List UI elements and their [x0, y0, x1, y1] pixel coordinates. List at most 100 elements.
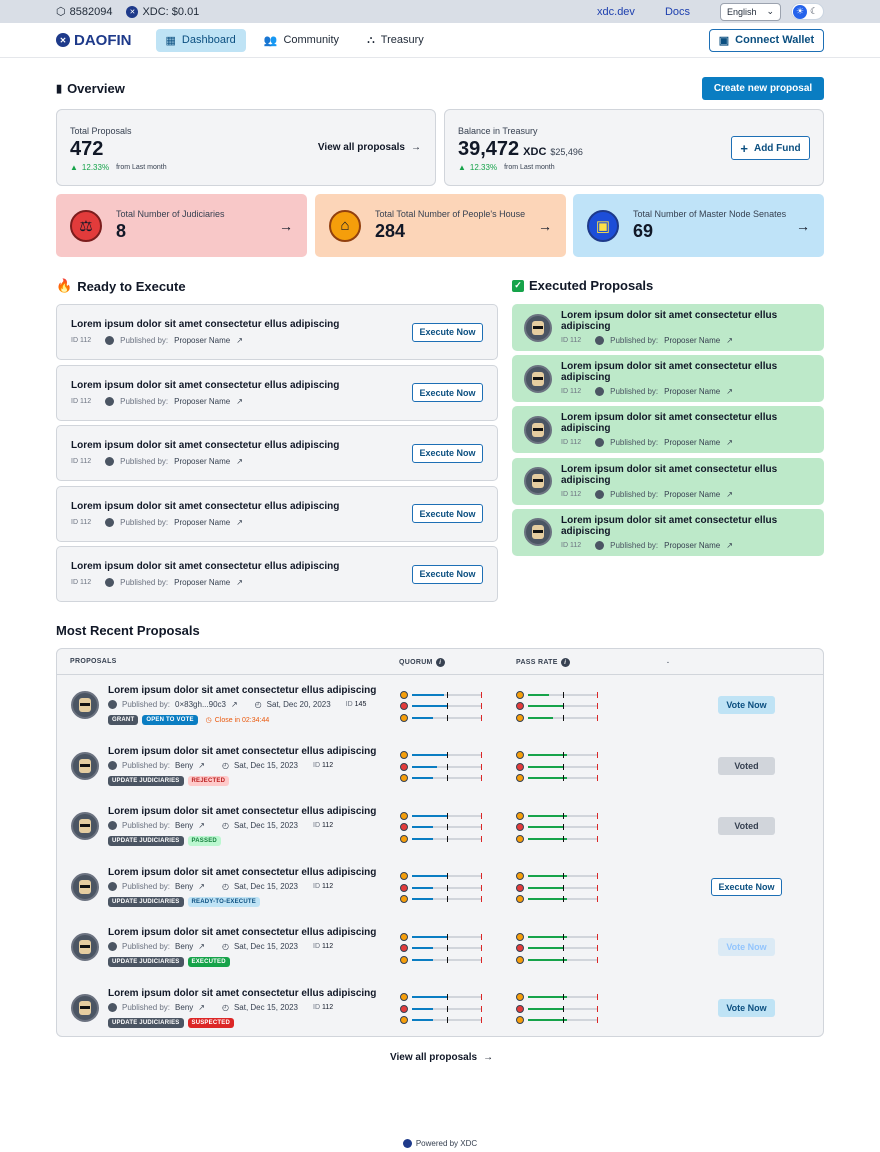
quorum-fill	[412, 886, 433, 889]
executed-proposal-card[interactable]: Lorem ipsum dolor sit amet consectetur e…	[512, 508, 824, 556]
external-link-icon[interactable]: ↗	[236, 518, 243, 527]
execute-now-button[interactable]: Execute Now	[412, 504, 483, 523]
xdc-dev-link[interactable]: xdc.dev	[597, 6, 635, 18]
info-icon[interactable]: i	[435, 658, 445, 667]
language-select[interactable]: English ⌄	[720, 2, 781, 21]
proposer-name[interactable]: Proposer Name	[174, 397, 230, 406]
pass-rate-bars	[516, 689, 606, 724]
proposer-name[interactable]: Beny	[175, 821, 193, 830]
quorum-bars	[400, 750, 490, 785]
execute-now-button[interactable]: Execute Now	[412, 383, 483, 402]
clock-icon: ◴	[221, 942, 229, 951]
proposer-name[interactable]: Proposer Name	[174, 457, 230, 466]
proposer-name[interactable]: Proposer Name	[664, 438, 720, 447]
external-link-icon[interactable]: ↗	[236, 457, 243, 466]
avatar	[595, 336, 605, 345]
row-action-button[interactable]: Vote Now	[718, 938, 775, 956]
external-link-icon[interactable]: ↗	[726, 541, 733, 550]
external-link-icon[interactable]: ↗	[236, 336, 243, 345]
proposal-title[interactable]: Lorem ipsum dolor sit amet consectetur e…	[108, 988, 376, 999]
external-link-icon[interactable]: ↗	[198, 821, 205, 830]
quorum-fill	[412, 898, 433, 901]
external-link-icon[interactable]: ↗	[236, 397, 243, 406]
xdc-price: ✕ XDC: $0.01	[126, 5, 199, 18]
proposer-name[interactable]: Proposer Name	[174, 518, 230, 527]
view-all-proposals-link[interactable]: View all proposals →	[318, 142, 421, 153]
treasury-icon: ⛬	[367, 33, 375, 46]
proposer-name[interactable]: Beny	[175, 1003, 193, 1012]
external-link-icon[interactable]: ↗	[726, 438, 733, 447]
proposer-name[interactable]: Proposer Name	[664, 541, 720, 550]
proposal-title[interactable]: Lorem ipsum dolor sit amet consectetur e…	[108, 746, 376, 757]
executed-proposal-card[interactable]: Lorem ipsum dolor sit amet consectetur e…	[512, 355, 824, 403]
pass-rate-fill	[528, 996, 567, 999]
ready-proposal-card[interactable]: Lorem ipsum dolor sit amet consectetur e…	[56, 304, 498, 360]
external-link-icon[interactable]: ↗	[726, 387, 733, 396]
proposer-name[interactable]: Proposer Name	[174, 578, 230, 587]
executed-proposal-card[interactable]: Lorem ipsum dolor sit amet consectetur e…	[512, 457, 824, 505]
ready-proposal-card[interactable]: Lorem ipsum dolor sit amet consectetur e…	[56, 485, 498, 542]
proposal-title[interactable]: Lorem ipsum dolor sit amet consectetur e…	[108, 685, 376, 696]
create-proposal-button[interactable]: Create new proposal	[702, 77, 824, 100]
proposer-name[interactable]: Beny	[175, 882, 193, 891]
execute-now-button[interactable]: Execute Now	[412, 322, 483, 342]
external-link-icon[interactable]: ↗	[231, 700, 238, 709]
status-tag: READY-TO-EXECUTE	[187, 896, 260, 907]
proposer-name[interactable]: Proposer Name	[664, 490, 720, 499]
sun-icon: ☀	[793, 4, 807, 19]
peoples-house-tile[interactable]: ⌂ Total Total Number of People's House 28…	[315, 194, 566, 257]
external-link-icon[interactable]: ↗	[198, 942, 205, 951]
executed-proposals-title: ✓ Executed Proposals	[512, 278, 653, 293]
proposer-name[interactable]: Proposer Name	[174, 336, 230, 345]
xdc-logo-icon: ✕	[56, 33, 70, 47]
ready-proposal-card[interactable]: Lorem ipsum dolor sit amet consectetur e…	[56, 364, 498, 421]
external-link-icon[interactable]: ↗	[726, 336, 733, 345]
executed-proposal-card[interactable]: Lorem ipsum dolor sit amet consectetur e…	[512, 406, 824, 454]
executed-proposal-card[interactable]: Lorem ipsum dolor sit amet consectetur e…	[512, 304, 824, 351]
nav-treasury[interactable]: ⛬ Treasury	[357, 29, 434, 52]
judiciaries-tile[interactable]: ⚖ Total Number of Judiciaries 8 →	[56, 194, 307, 257]
proposer-name[interactable]: Beny	[175, 761, 193, 770]
arrow-right-icon: →	[411, 142, 421, 153]
senates-tile[interactable]: ▣ Total Number of Master Node Senates 69 …	[573, 194, 824, 257]
ready-proposal-card[interactable]: Lorem ipsum dolor sit amet consectetur e…	[56, 546, 498, 602]
role-icon	[400, 774, 408, 783]
info-icon[interactable]: i	[560, 658, 570, 667]
proposal-id: ID 145	[345, 701, 367, 708]
proposal-title[interactable]: Lorem ipsum dolor sit amet consectetur e…	[108, 927, 376, 938]
brand-logo[interactable]: ✕ DAOFIN	[56, 32, 132, 49]
pass-rate-bar	[516, 894, 606, 906]
role-icon	[516, 702, 524, 711]
connect-wallet-button[interactable]: ▣ Connect Wallet	[709, 28, 824, 52]
execute-now-button[interactable]: Execute Now	[412, 443, 483, 463]
execute-now-button[interactable]: Execute Now	[412, 564, 483, 584]
external-link-icon[interactable]: ↗	[198, 1003, 205, 1012]
nav-community[interactable]: 👥 Community	[254, 29, 349, 52]
theme-toggle[interactable]: ☀ ☾	[791, 3, 824, 20]
external-link-icon[interactable]: ↗	[726, 490, 733, 499]
proposal-title[interactable]: Lorem ipsum dolor sit amet consectetur e…	[108, 806, 376, 817]
row-action-button[interactable]: Vote Now	[718, 696, 775, 714]
proposal-id: ID 112	[561, 337, 582, 344]
proposer-name[interactable]: Proposer Name	[664, 387, 720, 396]
proposal-title[interactable]: Lorem ipsum dolor sit amet consectetur e…	[108, 867, 376, 878]
role-icon	[400, 1016, 408, 1025]
external-link-icon[interactable]: ↗	[236, 578, 243, 587]
nav-dashboard[interactable]: ▦ Dashboard	[155, 28, 246, 52]
ready-proposal-card[interactable]: Lorem ipsum dolor sit amet consectetur e…	[56, 425, 498, 481]
view-all-proposals-bottom[interactable]: View all proposals →	[390, 1052, 493, 1063]
proposer-name[interactable]: Beny	[175, 942, 193, 951]
docs-link[interactable]: Docs	[665, 6, 690, 18]
proposer-name[interactable]: Proposer Name	[664, 336, 720, 345]
row-action-button[interactable]: Voted	[718, 817, 775, 835]
quorum-fill	[412, 958, 433, 961]
row-action-button[interactable]: Vote Now	[718, 998, 775, 1017]
external-link-icon[interactable]: ↗	[198, 882, 205, 891]
row-action-button[interactable]: Execute Now	[711, 877, 782, 896]
row-action-button[interactable]: Voted	[718, 756, 775, 775]
proposer-name[interactable]: 0×83gh...90c3	[175, 700, 226, 709]
pass-rate-bar	[516, 882, 606, 894]
quorum-bar	[400, 954, 490, 966]
external-link-icon[interactable]: ↗	[198, 761, 205, 770]
add-fund-button[interactable]: + Add Fund	[731, 136, 810, 160]
